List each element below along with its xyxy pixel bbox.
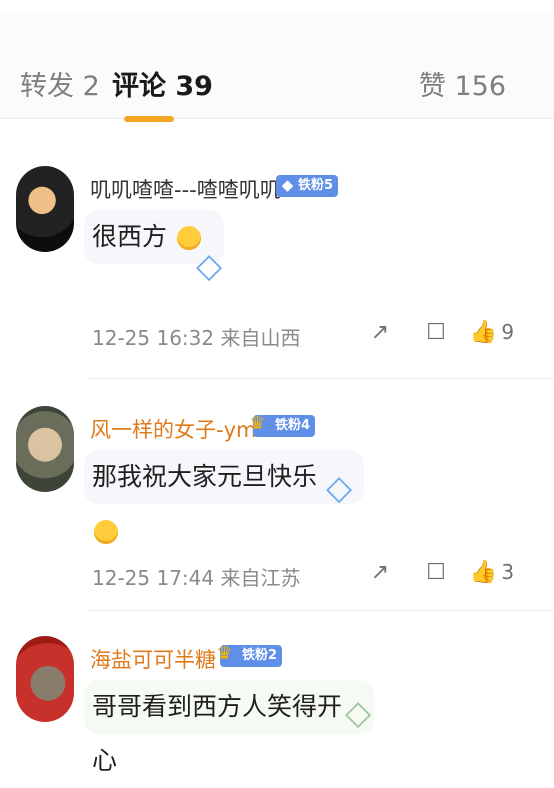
comment-meta: 12-25 17:44 来自江苏 — [92, 562, 300, 591]
active-tab-indicator — [124, 116, 174, 122]
fan-badge: ♛ 铁粉4 — [249, 415, 316, 437]
tab-comments[interactable]: 评论 39 — [112, 64, 213, 103]
comment-meta: 12-25 16:32 来自山西 — [92, 322, 300, 351]
sparkle-sticker-icon: ◇ — [196, 246, 223, 286]
thumbs-up-icon: 👍 — [469, 559, 498, 585]
like-count: 9 — [501, 319, 515, 344]
comment-location: 来自江苏 — [220, 566, 301, 590]
tab-likes[interactable]: 赞 156 — [419, 64, 506, 103]
emoji-icon — [94, 520, 118, 544]
like-button[interactable]: 👍 3 — [464, 560, 520, 585]
username[interactable]: 叽叽喳喳---喳喳叽叽 — [90, 174, 281, 204]
tab-forward[interactable]: 转发 2 — [20, 64, 100, 103]
divider — [88, 610, 554, 611]
avatar[interactable] — [16, 636, 74, 722]
comment-bubble: 那我祝大家元旦快乐 — [84, 450, 364, 544]
comment-actions: ↗ ☐ 👍 3 — [352, 552, 522, 592]
comment-icon[interactable]: ☐ — [408, 320, 464, 345]
username[interactable]: 风一样的女子-ym — [90, 414, 256, 444]
fan-badge-label: 铁粉4 — [275, 418, 311, 433]
share-icon[interactable]: ↗ — [352, 320, 408, 345]
tab-bar: 转发 2 评论 39 赞 156 — [0, 14, 554, 122]
comment-bubble: 哥哥看到西方人笑得开心 — [84, 680, 374, 775]
fan-badge: ♛ 铁粉2 — [216, 645, 283, 667]
share-icon[interactable]: ↗ — [352, 560, 408, 585]
like-count: 3 — [501, 559, 515, 584]
fan-badge-label: 铁粉2 — [242, 648, 278, 663]
crown-icon: ♛ — [216, 643, 233, 664]
thumbs-up-icon: 👍 — [469, 319, 498, 345]
comment-time: 12-25 17:44 — [92, 566, 215, 590]
diamond-icon: ◆ — [281, 176, 294, 194]
comment-text: 哥哥看到西方人笑得开心 — [92, 692, 343, 775]
avatar[interactable] — [16, 406, 74, 492]
comment-location: 来自山西 — [220, 326, 301, 350]
fan-badge-label: 铁粉5 — [298, 178, 334, 193]
crown-icon: ♛ — [249, 413, 266, 434]
comment-time: 12-25 16:32 — [92, 326, 215, 350]
sparkle-sticker-icon: ◇ — [326, 468, 353, 508]
like-button[interactable]: 👍 9 — [464, 320, 520, 345]
avatar[interactable] — [16, 166, 74, 252]
divider — [88, 378, 554, 379]
comment-icon[interactable]: ☐ — [408, 560, 464, 585]
comment-text: 很西方 — [92, 222, 168, 251]
comment-text: 那我祝大家元旦快乐 — [92, 462, 318, 491]
sticker-icon: ◇ — [345, 693, 372, 733]
fan-badge: ◆ 铁粉5 — [276, 175, 339, 197]
comment-actions: ↗ ☐ 👍 9 — [352, 312, 522, 352]
username[interactable]: 海盐可可半糖 — [90, 644, 216, 674]
